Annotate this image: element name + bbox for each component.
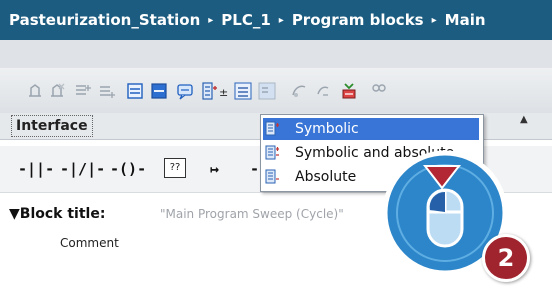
link-icon[interactable] — [370, 82, 388, 100]
download-to-device-icon[interactable] — [340, 82, 358, 100]
breadcrumb-separator-icon: ▸ — [278, 14, 284, 26]
block-title-label: ▼Block title: — [9, 206, 106, 222]
absolute-symbolic-operands-icon[interactable] — [200, 82, 218, 100]
modify-values-icon[interactable] — [314, 82, 332, 100]
chevron-down-icon[interactable]: ± — [219, 86, 228, 99]
comment-field[interactable]: Comment — [60, 236, 119, 250]
add-row-icon[interactable] — [98, 82, 116, 100]
expand-arrow-icon[interactable]: ▼ — [9, 206, 20, 222]
collapse-arrow-icon[interactable]: ▲ — [520, 114, 528, 125]
open-all-networks-icon[interactable] — [126, 82, 144, 100]
output-coil-icon[interactable]: -()- — [110, 160, 146, 178]
breadcrumb-item[interactable]: PLC_1 — [221, 11, 271, 29]
empty-box-icon[interactable]: ?? — [164, 158, 186, 178]
breadcrumb-item[interactable]: Program blocks — [292, 11, 424, 29]
breadcrumb: Pasteurization_Station ▸ PLC_1 ▸ Program… — [0, 0, 552, 40]
watch-on-off-icon[interactable] — [258, 82, 276, 100]
block-title-field[interactable]: "Main Program Sweep (Cycle)" — [160, 207, 344, 221]
normally-open-contact-icon[interactable]: -||- — [18, 160, 54, 178]
symbolic-absolute-view-icon — [265, 145, 279, 160]
delete-network-icon[interactable] — [48, 82, 66, 100]
close-branch-icon[interactable]: - — [250, 160, 259, 178]
network-comments-icon[interactable] — [176, 82, 194, 100]
list-view-icon[interactable] — [234, 82, 252, 100]
open-branch-icon[interactable]: ↦ — [210, 160, 219, 178]
breadcrumb-item[interactable]: Main — [445, 11, 486, 29]
breadcrumb-separator-icon: ▸ — [431, 14, 437, 26]
monitoring-on-off-icon[interactable] — [290, 82, 308, 100]
symbolic-view-icon — [265, 121, 279, 136]
normally-closed-contact-icon[interactable]: -|/|- — [60, 160, 105, 178]
insert-network-icon[interactable] — [26, 82, 44, 100]
breadcrumb-separator-icon: ▸ — [208, 14, 214, 26]
close-all-networks-icon[interactable] — [150, 82, 168, 100]
window-band — [0, 40, 552, 68]
breadcrumb-item[interactable]: Pasteurization_Station — [9, 11, 200, 29]
menu-item-symbolic[interactable]: Symbolic — [263, 118, 479, 140]
interface-tab[interactable]: Interface — [11, 115, 93, 137]
absolute-view-icon — [265, 169, 279, 184]
step-badge: 2 — [482, 234, 530, 282]
block-editor-toolbar: ± — [0, 68, 552, 114]
insert-row-icon[interactable] — [74, 82, 92, 100]
